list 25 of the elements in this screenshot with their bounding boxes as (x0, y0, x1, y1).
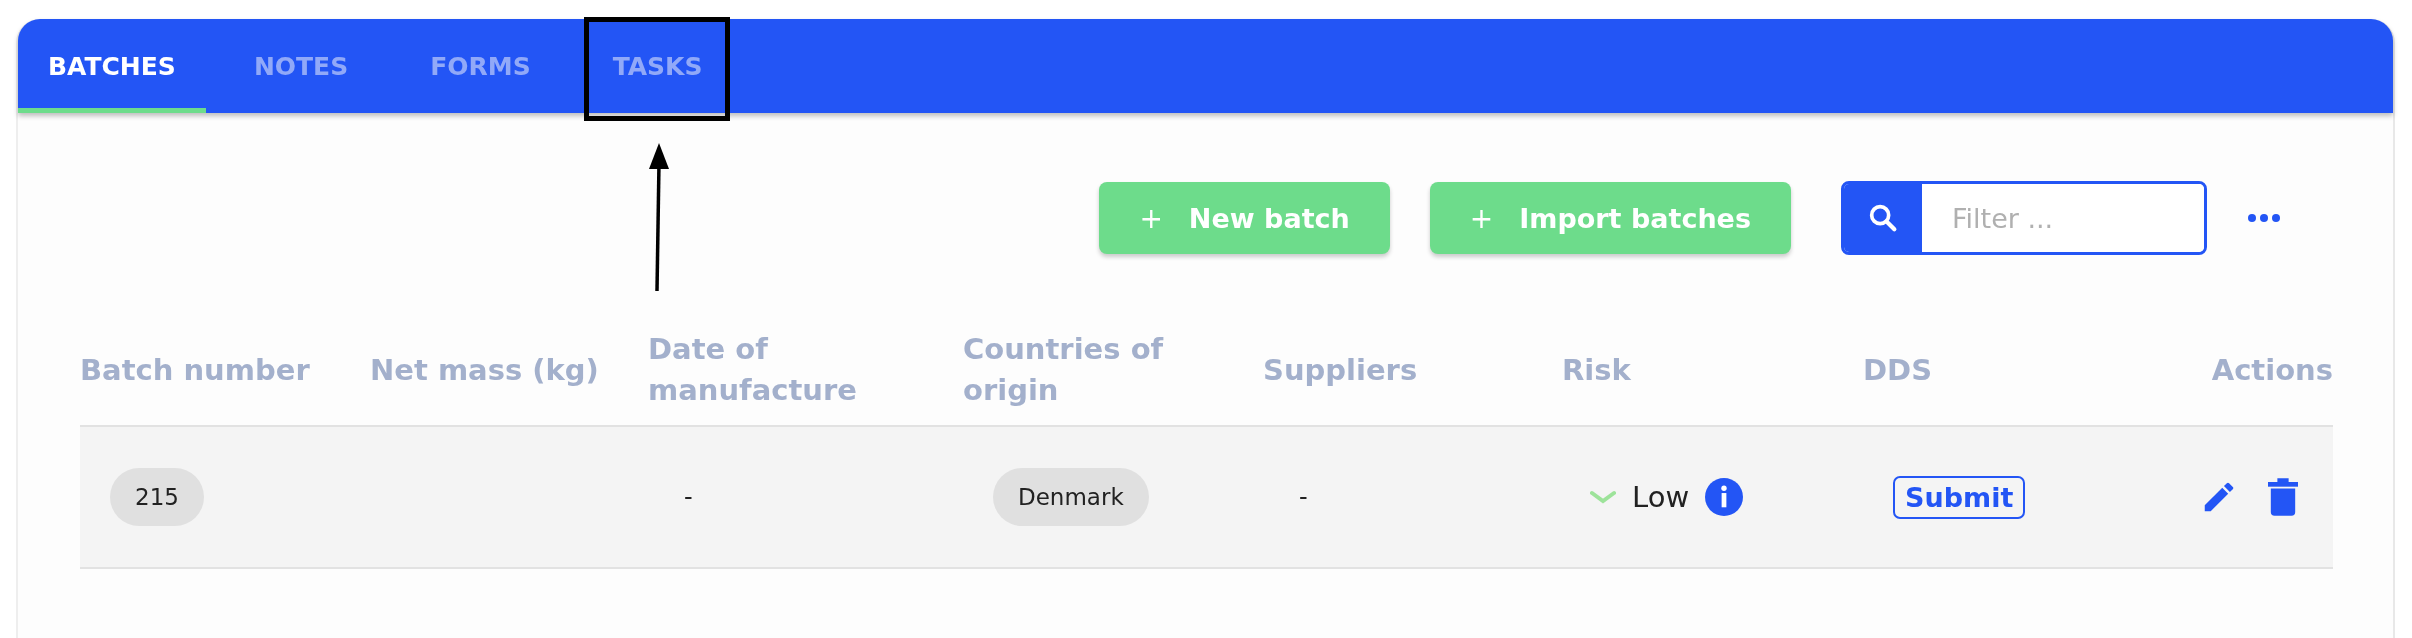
risk-level: Low (1632, 480, 1690, 514)
column-header: Date of manufacture (648, 331, 858, 409)
more-icon[interactable] (2247, 213, 2281, 223)
chevron-down-icon (1590, 490, 1616, 504)
batch-number-chip: 215 (110, 468, 204, 526)
column-header: Net mass (kg) (370, 351, 599, 389)
column-header: DDS (1863, 351, 1933, 389)
column-header: Countries of origin (963, 331, 1165, 409)
delete-icon[interactable] (2268, 478, 2298, 516)
column-header: Risk (1562, 351, 1631, 389)
table-cell-text: - (683, 483, 693, 511)
column-header: Actions (2211, 351, 2333, 389)
add-button[interactable]: + New batch (1099, 182, 1390, 254)
tab[interactable]: TASKS (578, 19, 737, 113)
info-icon[interactable] (1705, 478, 1744, 516)
submit-button[interactable]: Submit (1893, 475, 2026, 519)
column-header: Batch number (80, 351, 310, 389)
filter-field[interactable]: Filter ... (1841, 181, 2207, 255)
add-button[interactable]: + Import batches (1429, 182, 1791, 254)
tab[interactable]: BATCHES (18, 19, 206, 113)
tab[interactable]: FORMS (396, 19, 565, 113)
tab[interactable]: NOTES (219, 19, 383, 113)
column-header: Suppliers (1263, 351, 1418, 389)
country-chip: Denmark (993, 468, 1149, 526)
table-cell-text: - (1298, 483, 1308, 511)
